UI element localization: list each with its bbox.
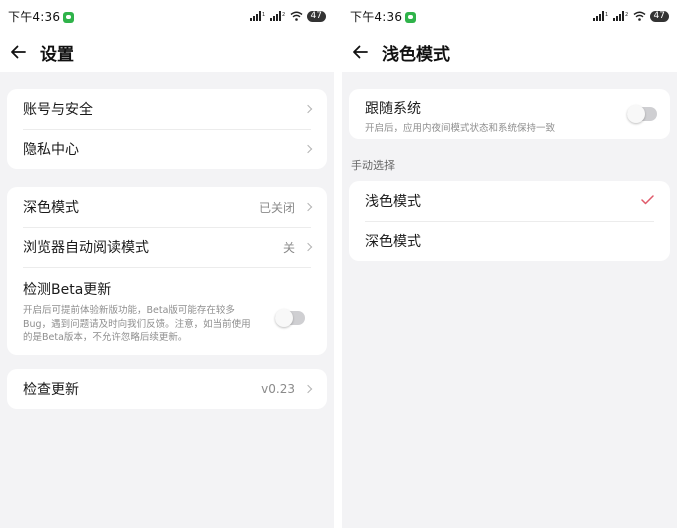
beta-update-item: 检测Beta更新 开启后可提前体验新版功能，Beta版可能存在较多Bug，遇到问…: [7, 267, 327, 355]
wechat-icon: [405, 11, 417, 23]
chevron-right-icon: [303, 384, 313, 394]
svg-text:2: 2: [625, 12, 628, 18]
account-security-item[interactable]: 账号与安全: [7, 89, 327, 129]
checkmark-icon: [641, 193, 654, 209]
account-security-label: 账号与安全: [23, 102, 93, 118]
dark-mode-item[interactable]: 深色模式 已关闭: [7, 187, 327, 227]
dark-mode-option[interactable]: 深色模式: [349, 221, 670, 261]
screen-divider: [334, 0, 342, 528]
beta-update-label: 检测Beta更新: [23, 282, 112, 298]
chevron-right-icon: [303, 144, 313, 154]
status-bar: 下午4:36 1 2 47: [0, 0, 334, 32]
status-icons: 1 2 47: [249, 10, 326, 22]
signal-icon: 2: [612, 11, 628, 21]
status-time: 下午4:36: [350, 9, 403, 24]
beta-update-description: 开启后可提前体验新版功能，Beta版可能存在较多Bug，遇到问题请及时向我们反馈…: [23, 305, 251, 343]
app-bar: 浅色模式: [342, 32, 677, 72]
reader-mode-item[interactable]: 浏览器自动阅读模式 关: [7, 227, 327, 267]
beta-update-toggle[interactable]: [275, 309, 305, 327]
settings-screen: 下午4:36 1 2 47 设置 账号与安全 隐私中心 深色模式 已关闭 浏览器…: [0, 0, 334, 528]
display-card: 深色模式 已关闭 浏览器自动阅读模式 关 检测Beta更新 开启后可提前体验新版…: [7, 187, 327, 355]
signal-icon: 1: [592, 11, 608, 21]
dark-mode-value: 已关闭: [258, 200, 295, 215]
back-button[interactable]: [348, 40, 372, 64]
check-update-label: 检查更新: [23, 382, 79, 398]
status-icons: 1 2 47: [592, 10, 669, 22]
light-mode-option[interactable]: 浅色模式: [349, 181, 670, 221]
chevron-right-icon: [303, 202, 313, 212]
follow-system-card: 跟随系统 开启后，应用内夜间模式状态和系统保持一致: [349, 89, 670, 139]
battery-indicator: 47: [306, 10, 326, 22]
svg-text:1: 1: [262, 12, 265, 18]
chevron-right-icon: [303, 104, 313, 114]
page-title: 浅色模式: [382, 44, 450, 65]
privacy-center-label: 隐私中心: [23, 142, 79, 158]
reader-mode-value: 关: [282, 240, 295, 255]
wifi-icon: [290, 11, 303, 21]
dark-mode-label: 深色模式: [23, 200, 79, 216]
app-bar: 设置: [0, 32, 334, 72]
account-card: 账号与安全 隐私中心: [7, 89, 327, 169]
check-update-item[interactable]: 检查更新 v0.23: [7, 369, 327, 409]
wifi-icon: [633, 11, 646, 21]
follow-system-label: 跟随系统: [365, 101, 421, 117]
battery-indicator: 47: [649, 10, 669, 22]
back-arrow-icon: [11, 45, 26, 59]
back-button[interactable]: [6, 40, 30, 64]
mode-options-card: 浅色模式 深色模式: [349, 181, 670, 261]
follow-system-toggle[interactable]: [627, 105, 657, 123]
update-card: 检查更新 v0.23: [7, 369, 327, 409]
privacy-center-item[interactable]: 隐私中心: [7, 129, 327, 169]
signal-icon: 1: [249, 11, 265, 21]
follow-system-item: 跟随系统 开启后，应用内夜间模式状态和系统保持一致: [349, 89, 670, 136]
signal-icon: 2: [269, 11, 285, 21]
manual-select-heading: 手动选择: [351, 159, 395, 172]
dark-mode-option-label: 深色模式: [365, 234, 421, 250]
chevron-right-icon: [303, 242, 313, 252]
svg-text:1: 1: [605, 12, 608, 18]
status-bar: 下午4:36 1 2 47: [342, 0, 677, 32]
svg-text:2: 2: [282, 12, 285, 18]
light-mode-label: 浅色模式: [365, 194, 421, 210]
status-time: 下午4:36: [8, 9, 61, 24]
back-arrow-icon: [353, 45, 368, 59]
page-title: 设置: [40, 44, 74, 65]
wechat-icon: [63, 11, 75, 23]
version-value: v0.23: [261, 382, 295, 396]
light-mode-screen: 下午4:36 1 2 47 浅色模式 跟随系统 开启后，应用内夜间模式状态和系统…: [342, 0, 677, 528]
reader-mode-label: 浏览器自动阅读模式: [23, 240, 149, 256]
follow-system-description: 开启后，应用内夜间模式状态和系统保持一致: [365, 123, 556, 134]
